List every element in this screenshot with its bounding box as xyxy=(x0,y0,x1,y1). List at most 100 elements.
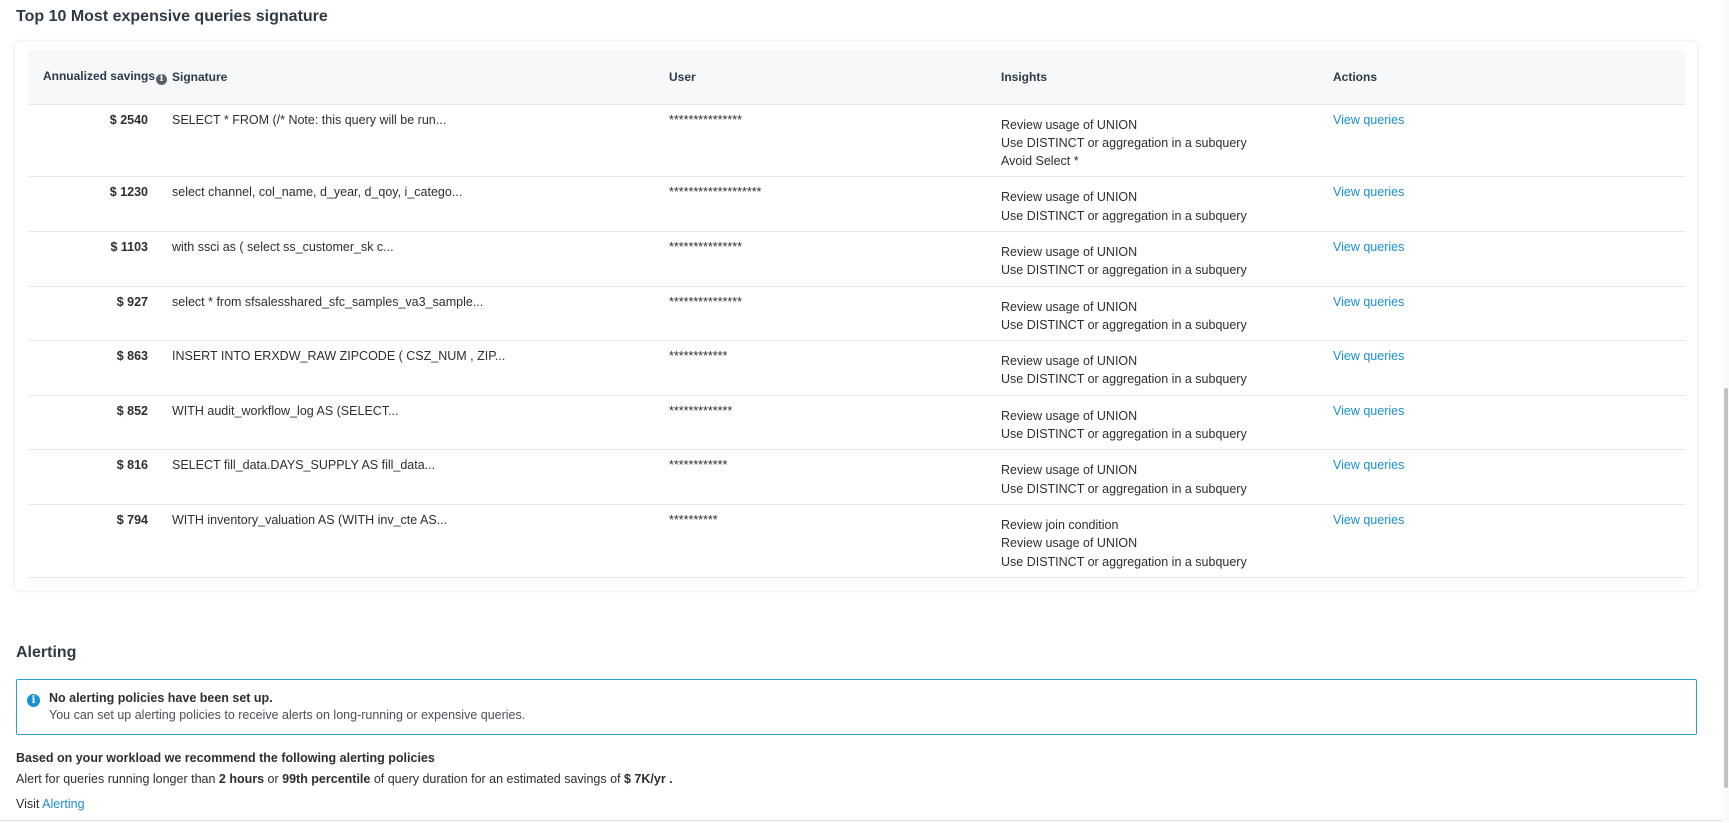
header-user: User xyxy=(669,50,1001,105)
bottom-divider xyxy=(0,820,1722,821)
insight-item: Avoid Select * xyxy=(1001,154,1079,169)
actions-cell: View queries xyxy=(1333,286,1685,342)
user-cell: *************** xyxy=(669,104,1001,178)
signature-cell: SELECT fill_data.DAYS_SUPPLY AS fill_dat… xyxy=(172,449,669,505)
insights-cell: Review usage of UNION Use DISTINCT or agg… xyxy=(1001,176,1333,232)
scrollbar-thumb[interactable] xyxy=(1724,388,1728,788)
user-cell: *************** xyxy=(669,231,1001,287)
page-title: Top 10 Most expensive queries signature xyxy=(16,8,328,25)
recommendation-or: or xyxy=(264,772,283,786)
user-cell: ********** xyxy=(669,504,1001,578)
info-icon[interactable]: i xyxy=(156,73,167,85)
insights-cell: Review usage of UNION Use DISTINCT or agg… xyxy=(1001,340,1333,396)
insight-item: Review usage of UNION xyxy=(1001,299,1138,314)
insight-item: Use DISTINCT or aggregation in a subquer… xyxy=(1001,372,1247,387)
actions-cell: View queries xyxy=(1333,176,1685,232)
table-row: $ 794 WITH inventory_valuation AS (WITH i… xyxy=(28,504,1685,578)
insights-cell: Review usage of UNION Use DISTINCT or agg… xyxy=(1001,449,1333,505)
annualized-savings-cell: $ 794 xyxy=(28,504,172,578)
insight-item: Review usage of UNION xyxy=(1001,463,1138,478)
insights-cell: Review join condition Review usage of UNI… xyxy=(1001,504,1333,578)
expensive-queries-table: Annualized savings i Signature User Insig… xyxy=(28,50,1685,578)
annualized-savings-cell: $ 852 xyxy=(28,395,172,451)
view-queries-link[interactable]: View queries xyxy=(1333,404,1404,418)
actions-cell: View queries xyxy=(1333,449,1685,505)
user-cell: ************ xyxy=(669,340,1001,396)
view-queries-link[interactable]: View queries xyxy=(1333,513,1404,527)
table-row: $ 1103 with ssci as ( select ss_customer_… xyxy=(28,231,1685,287)
actions-cell: View queries xyxy=(1333,504,1685,578)
info-icon: i xyxy=(27,694,40,707)
insight-item: Use DISTINCT or aggregation in a subquer… xyxy=(1001,554,1247,569)
insights-cell: Review usage of UNION Use DISTINCT or agg… xyxy=(1001,286,1333,342)
insight-item: Review join condition xyxy=(1001,517,1119,532)
recommendation-prefix: Alert for queries running longer than xyxy=(16,772,219,786)
user-cell: ******************* xyxy=(669,176,1001,232)
header-savings-label: Annualized savings xyxy=(42,68,155,83)
signature-cell: SELECT * FROM (/* Note: this query will … xyxy=(172,104,669,178)
signature-cell: select * from sfsalesshared_sfc_samples_… xyxy=(172,286,669,342)
header-annualized-savings: Annualized savings i xyxy=(28,50,172,105)
recommendation-middle: of query duration for an estimated savin… xyxy=(370,772,624,786)
signature-cell: with ssci as ( select ss_customer_sk c..… xyxy=(172,231,669,287)
user-cell: ************* xyxy=(669,395,1001,451)
insights-cell: Review usage of UNION Use DISTINCT or agg… xyxy=(1001,395,1333,451)
view-queries-link[interactable]: View queries xyxy=(1333,240,1404,254)
alerting-link[interactable]: Alerting xyxy=(42,797,84,811)
visit-alerting: Visit Alerting xyxy=(16,797,85,811)
annualized-savings-cell: $ 2540 xyxy=(28,104,172,178)
signature-cell: WITH inventory_valuation AS (WITH inv_ct… xyxy=(172,504,669,578)
recommendation-text: Alert for queries running longer than 2 … xyxy=(16,772,673,786)
table-row: $ 927 select * from sfsalesshared_sfc_sam… xyxy=(28,286,1685,342)
insights-cell: Review usage of UNION Use DISTINCT or agg… xyxy=(1001,231,1333,287)
actions-cell: View queries xyxy=(1333,340,1685,396)
user-cell: ************ xyxy=(669,449,1001,505)
annualized-savings-cell: $ 1230 xyxy=(28,176,172,232)
annualized-savings-cell: $ 816 xyxy=(28,449,172,505)
signature-cell: WITH audit_workflow_log AS (SELECT... xyxy=(172,395,669,451)
visit-label: Visit xyxy=(16,797,43,811)
actions-cell: View queries xyxy=(1333,395,1685,451)
recommendation-savings: $ 7K/yr . xyxy=(623,772,673,786)
alerting-notice-title: No alerting policies have been set up. xyxy=(49,691,273,705)
view-queries-link[interactable]: View queries xyxy=(1333,185,1404,199)
annualized-savings-cell: $ 927 xyxy=(28,286,172,342)
annualized-savings-cell: $ 863 xyxy=(28,340,172,396)
insight-item: Review usage of UNION xyxy=(1001,536,1138,551)
insight-item: Review usage of UNION xyxy=(1001,117,1138,132)
insight-item: Review usage of UNION xyxy=(1001,190,1138,205)
view-queries-link[interactable]: View queries xyxy=(1333,295,1404,309)
insight-item: Use DISTINCT or aggregation in a subquer… xyxy=(1001,317,1247,332)
view-queries-link[interactable]: View queries xyxy=(1333,113,1404,127)
table-row: $ 2540 SELECT * FROM (/* Note: this query… xyxy=(28,104,1685,178)
header-actions: Actions xyxy=(1333,50,1685,105)
insight-item: Use DISTINCT or aggregation in a subquer… xyxy=(1001,208,1247,223)
insight-item: Review usage of UNION xyxy=(1001,354,1138,369)
annualized-savings-cell: $ 1103 xyxy=(28,231,172,287)
signature-cell: INSERT INTO ERXDW_RAW ZIPCODE ( CSZ_NUM … xyxy=(172,340,669,396)
table-header-row: Annualized savings i Signature User Insig… xyxy=(28,50,1685,105)
alerting-section-title: Alerting xyxy=(16,644,77,661)
insight-item: Use DISTINCT or aggregation in a subquer… xyxy=(1001,481,1247,496)
insight-item: Use DISTINCT or aggregation in a subquer… xyxy=(1001,135,1247,150)
insight-item: Use DISTINCT or aggregation in a subquer… xyxy=(1001,263,1247,278)
table-row: $ 863 INSERT INTO ERXDW_RAW ZIPCODE ( CSZ… xyxy=(28,340,1685,396)
recommendation-title: Based on your workload we recommend the … xyxy=(16,751,435,765)
insight-item: Review usage of UNION xyxy=(1001,408,1138,423)
expensive-queries-card: Annualized savings i Signature User Insig… xyxy=(15,42,1697,590)
user-cell: *************** xyxy=(669,286,1001,342)
table-row: $ 816 SELECT fill_data.DAYS_SUPPLY AS fil… xyxy=(28,449,1685,505)
actions-cell: View queries xyxy=(1333,104,1685,178)
insight-item: Review usage of UNION xyxy=(1001,244,1138,259)
recommendation-percentile: 99th percentile xyxy=(282,772,371,786)
view-queries-link[interactable]: View queries xyxy=(1333,458,1404,472)
header-signature: Signature xyxy=(172,50,669,105)
actions-cell: View queries xyxy=(1333,231,1685,287)
table-row: $ 1230 select channel, col_name, d_year, … xyxy=(28,176,1685,232)
alerting-notice: i No alerting policies have been set up.… xyxy=(16,679,1697,735)
signature-cell: select channel, col_name, d_year, d_qoy,… xyxy=(172,176,669,232)
insights-cell: Review usage of UNION Use DISTINCT or agg… xyxy=(1001,104,1333,178)
header-insights: Insights xyxy=(1001,50,1333,105)
insight-item: Use DISTINCT or aggregation in a subquer… xyxy=(1001,427,1247,442)
view-queries-link[interactable]: View queries xyxy=(1333,349,1404,363)
